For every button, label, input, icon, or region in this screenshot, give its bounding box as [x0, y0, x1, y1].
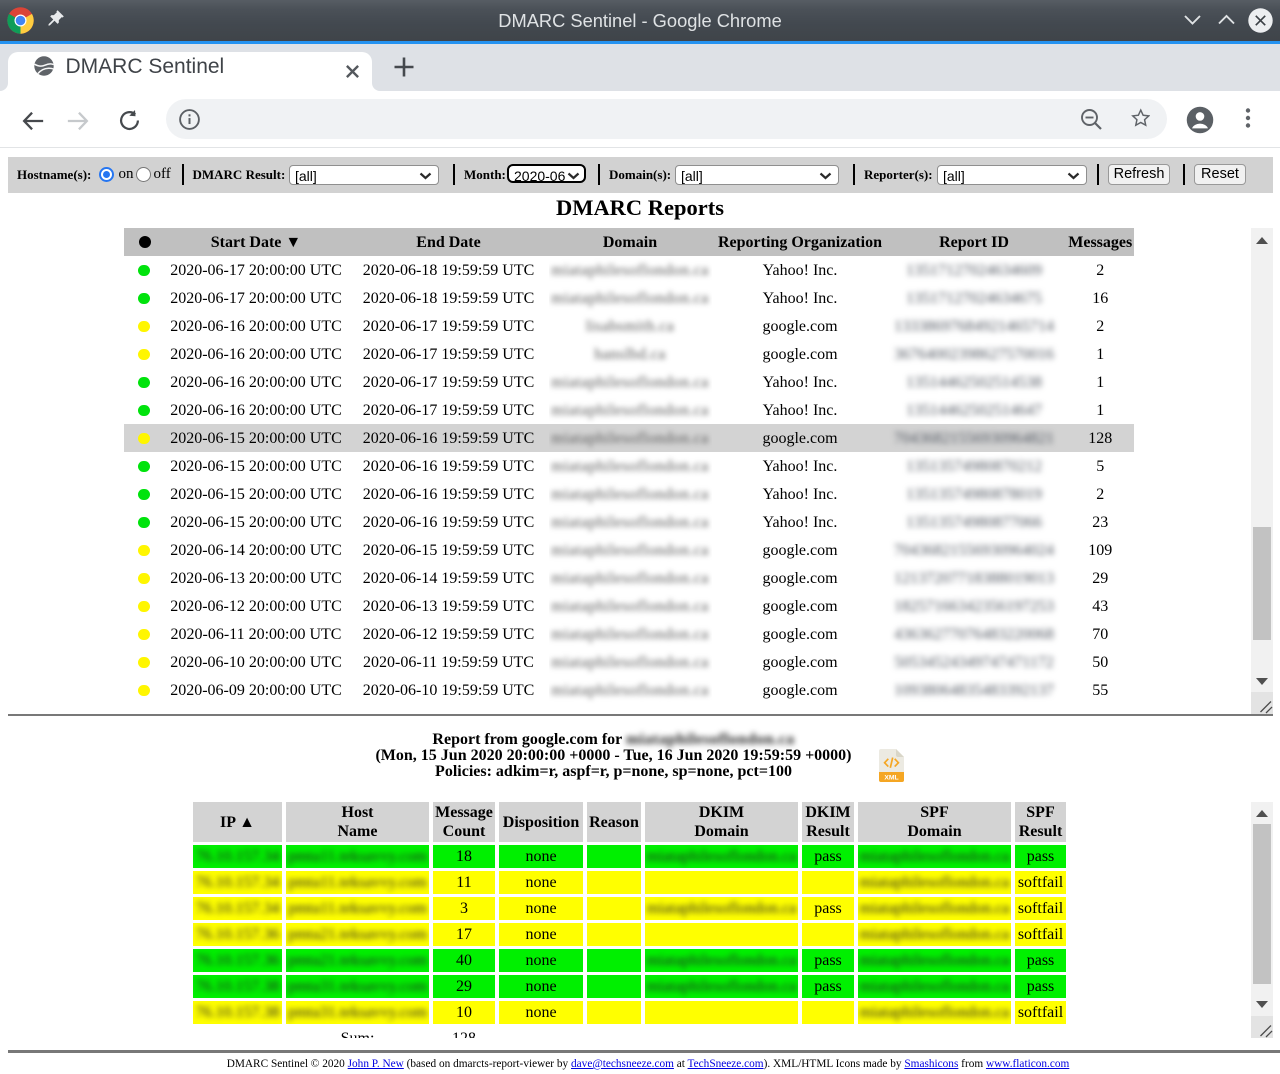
svg-text:XML: XML [884, 775, 898, 782]
